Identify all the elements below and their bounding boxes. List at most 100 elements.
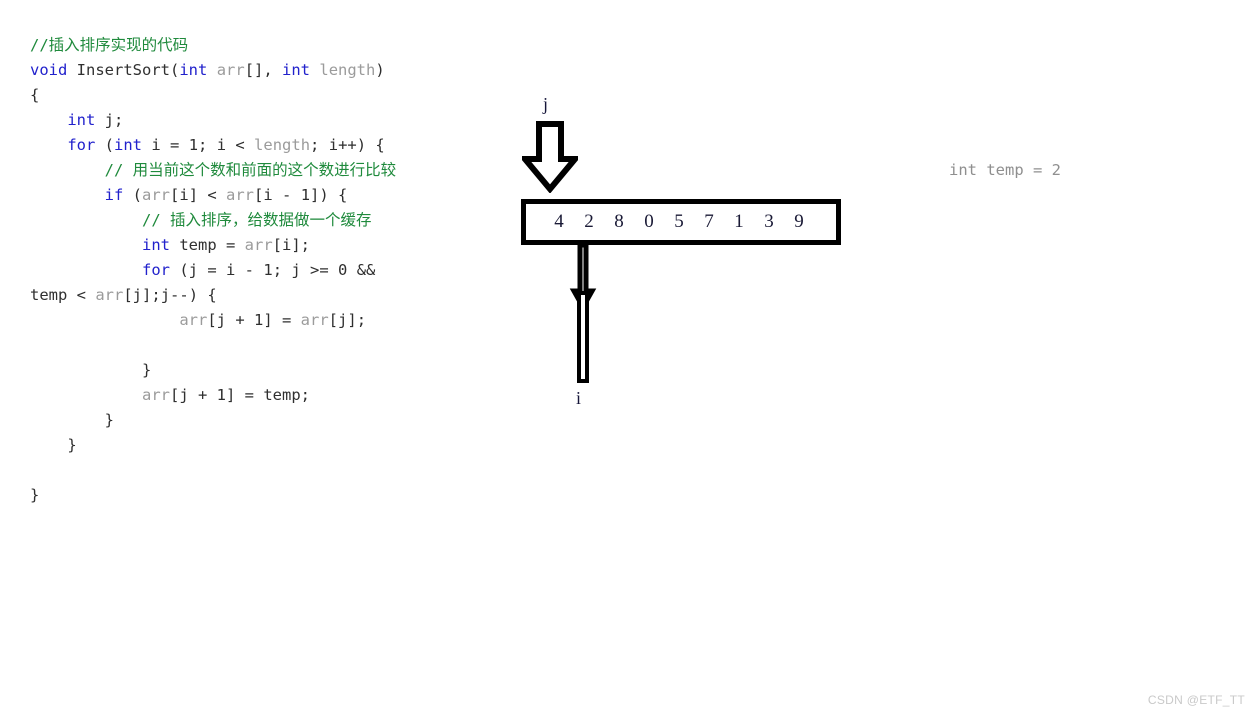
code-line: for (int i = 1; i < length; i++) { bbox=[30, 133, 422, 158]
array-cell: 0 bbox=[644, 211, 654, 232]
code-token-id: arr bbox=[216, 61, 245, 79]
code-token-cmt: // 用当前这个数和前面的这个数进行比较 bbox=[104, 161, 397, 179]
code-token-pl: [ bbox=[272, 236, 282, 254]
code-token-pl: [ bbox=[169, 386, 180, 404]
code-token-id: arr bbox=[95, 286, 124, 304]
code-token-fn: i bbox=[263, 186, 273, 204]
array-cell: 9 bbox=[794, 211, 804, 232]
code-token-pl: ]) { bbox=[310, 186, 348, 204]
code-token-pl: - bbox=[272, 186, 301, 204]
code-line: // 用当前这个数和前面的这个数进行比较 bbox=[30, 158, 422, 183]
code-token-kw: for bbox=[141, 261, 170, 279]
code-token-fn: i bbox=[179, 186, 189, 204]
code-token-fn: InsertSort bbox=[76, 61, 170, 79]
code-token-pl: >= bbox=[300, 261, 339, 279]
array-cell: 5 bbox=[674, 211, 684, 232]
code-token-fn: i bbox=[282, 236, 292, 254]
code-token-cmt: // 插入排序，给数据做一个缓存 bbox=[141, 211, 372, 229]
code-line: } bbox=[30, 358, 422, 383]
code-token-pl: ; bbox=[272, 261, 292, 279]
code-token-num: 1 bbox=[263, 261, 273, 279]
code-token-pl: [ bbox=[123, 286, 133, 304]
array-cell: 4 bbox=[554, 211, 564, 232]
code-token-fn: j bbox=[338, 311, 348, 329]
code-token-pl: - bbox=[235, 261, 264, 279]
code-token-pl: } bbox=[30, 486, 40, 504]
code-token-pl: ( bbox=[170, 61, 180, 79]
code-token-kw: int bbox=[141, 236, 170, 254]
code-token-pl: ; bbox=[198, 136, 217, 154]
code-token-pl: ; bbox=[114, 111, 124, 129]
code-token-pl: --) { bbox=[170, 286, 217, 304]
code-token-id: arr bbox=[179, 311, 208, 329]
code-token-num: 1 bbox=[300, 186, 311, 204]
code-line: int j; bbox=[30, 108, 422, 133]
code-snippet: //插入排序实现的代码 void InsertSort(int arr[], in… bbox=[30, 33, 422, 508]
code-token-fn: j bbox=[188, 261, 198, 279]
code-token-pl: + bbox=[226, 311, 254, 329]
code-token-pl: } bbox=[141, 361, 152, 379]
code-token-kw: void bbox=[30, 61, 68, 79]
code-token-pl: ; bbox=[310, 136, 329, 154]
code-token-pl: = bbox=[198, 261, 226, 279]
code-token-pl: ]; bbox=[347, 311, 367, 329]
code-token-pl: [], bbox=[244, 61, 283, 79]
array-diagram: 428057139 bbox=[521, 199, 841, 245]
temp-annotation: int temp = 2 bbox=[949, 161, 1061, 179]
code-token-id: length bbox=[319, 61, 376, 79]
code-token-pl: ( bbox=[169, 261, 189, 279]
array-cell: 1 bbox=[734, 211, 744, 232]
code-token-pl: < bbox=[226, 136, 255, 154]
code-token-num: 1 bbox=[188, 136, 199, 154]
code-line bbox=[30, 333, 422, 358]
code-token-fn: i bbox=[151, 136, 161, 154]
code-token-fn: i bbox=[328, 136, 339, 154]
pointer-j-label: j bbox=[543, 94, 549, 114]
array-cell: 7 bbox=[704, 211, 714, 232]
array-box: 428057139 bbox=[521, 199, 841, 245]
code-token-kw: int bbox=[114, 136, 142, 154]
code-token-pl: ; bbox=[300, 386, 311, 404]
code-token-pl: ]; bbox=[142, 286, 161, 304]
code-token-pl: ] < bbox=[188, 186, 227, 204]
code-token-fn: i bbox=[216, 136, 227, 154]
code-token-pl: ( bbox=[123, 186, 142, 204]
code-line: } bbox=[30, 433, 422, 458]
code-token-num: 1 bbox=[254, 311, 264, 329]
code-token-pl: [ bbox=[207, 311, 217, 329]
code-token-fn: j bbox=[179, 386, 189, 404]
code-token-pl: ++) { bbox=[338, 136, 385, 154]
code-token-pl: } bbox=[30, 411, 114, 429]
arrow-up-thin-icon bbox=[569, 243, 597, 383]
code-line: { bbox=[30, 83, 422, 108]
code-token-num: 0 bbox=[338, 261, 348, 279]
code-token-pl: [ bbox=[328, 311, 339, 329]
code-token-pl: { bbox=[30, 86, 40, 104]
code-token-kw: for bbox=[67, 136, 96, 154]
code-line: for (j = i - 1; j >= 0 && temp < arr[j];… bbox=[30, 258, 422, 308]
code-line: if (arr[i] < arr[i - 1]) { bbox=[30, 183, 422, 208]
code-token-fn: j bbox=[216, 311, 226, 329]
code-token-id: arr bbox=[244, 236, 273, 254]
code-line bbox=[30, 458, 422, 483]
pointer-i-label: i bbox=[576, 388, 582, 408]
code-line: } bbox=[30, 408, 422, 433]
code-token-id: arr bbox=[300, 311, 329, 329]
